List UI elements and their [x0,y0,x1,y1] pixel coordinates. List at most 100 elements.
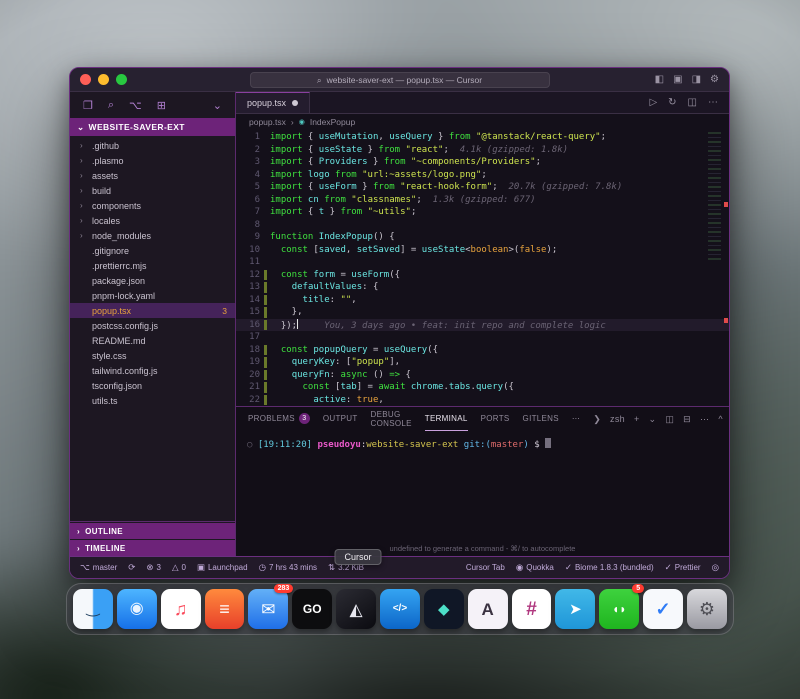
code-token: cn [303,195,325,205]
close-window-button[interactable] [80,74,91,85]
tab-popup-tsx[interactable]: popup.tsx [236,92,310,113]
terminal-token: master [491,440,524,450]
warnings-item[interactable]: △0 [172,562,186,573]
file-tree-item-popup.tsx[interactable]: popup.tsx3 [70,303,235,318]
file-tree-item-utils.ts[interactable]: utils.ts [70,393,235,408]
file-tree-item-postcss.config.js[interactable]: postcss.config.js [70,318,235,333]
file-tree-item-locales[interactable]: ›locales [70,213,235,228]
minimap[interactable] [708,132,721,260]
panel-tab-ports[interactable]: PORTS [481,407,510,431]
outline-section-header[interactable]: › OUTLINE [70,523,235,539]
dock-icon-finder[interactable]: ‿ [73,589,113,629]
refresh-icon[interactable]: ↻ [668,97,676,108]
line-number: 11 [236,256,270,269]
biome-item[interactable]: ✓Biome 1.8.3 (bundled) [565,562,654,573]
file-tree-item-package.json[interactable]: package.json [70,273,235,288]
dock-icon-mail[interactable]: ✉283 [248,589,288,629]
split-editor-icon[interactable]: ◫ [688,97,697,108]
code-token [270,282,292,292]
dock-icon-cursor[interactable]: ◭ [336,589,376,629]
file-tree-item-assets[interactable]: ›assets [70,168,235,183]
dock-icon-app-blue[interactable]: ◉ [117,589,157,629]
code-token: ], [389,357,400,367]
maximize-panel-icon[interactable]: ^ [718,414,723,424]
settings-gear-icon[interactable]: ⚙ [710,74,719,85]
toggle-panel-icon[interactable]: ▣ [673,74,682,85]
breadcrumb-symbol[interactable]: IndexPopup [310,117,355,127]
dock-icon-dev-dark[interactable]: ◆ [424,589,464,629]
timeline-section-header[interactable]: › TIMELINE [70,540,235,556]
file-tree-item-components[interactable]: ›components [70,198,235,213]
explorer-project-header[interactable]: ⌄ WEBSITE-SAVER-EXT [70,118,235,136]
explorer-icon[interactable]: ❐ [83,99,93,112]
dock-icon-go[interactable]: GO [292,589,332,629]
more-actions-icon[interactable]: ⋯ [700,414,709,425]
quokka-item[interactable]: ◉Quokka [516,562,554,573]
file-tree-item-build[interactable]: ›build [70,183,235,198]
kill-terminal-icon[interactable]: ⊟ [683,414,691,425]
breadcrumb-file[interactable]: popup.tsx [249,117,286,127]
dock-icon-vscode[interactable]: </> [380,589,420,629]
file-tree-item-style.css[interactable]: style.css [70,348,235,363]
file-tree-item-tsconfig.json[interactable]: tsconfig.json [70,378,235,393]
notifications-bell-icon[interactable]: ◎ [712,562,719,573]
file-tree-item-README.md[interactable]: README.md [70,333,235,348]
extensions-icon[interactable]: ⊞ [157,99,166,112]
errors-item[interactable]: ⊗3 [146,562,161,573]
file-tree-item-.github[interactable]: ›.github [70,138,235,153]
panel-tab-terminal[interactable]: TERMINAL [425,407,468,431]
minimize-window-button[interactable] [98,74,109,85]
wakatime-item[interactable]: ◷7 hrs 43 mins [259,562,317,573]
file-tree-item-.gitignore[interactable]: .gitignore [70,243,235,258]
dev-dark-glyph: ◆ [438,602,450,617]
search-icon[interactable]: ⌕ [108,99,114,112]
line-number: 22 [236,394,270,407]
dock-icon-slack[interactable]: # [512,589,552,629]
modified-dot-icon[interactable] [292,100,298,106]
dock-icon-reeder[interactable]: ≡ [205,589,245,629]
file-tree-item-tailwind.config.js[interactable]: tailwind.config.js [70,363,235,378]
shell-name[interactable]: zsh [610,414,625,424]
toggle-secondary-sidebar-icon[interactable]: ◨ [692,74,701,85]
music-glyph: ♫ [174,600,188,618]
dock-icon-wechat[interactable]: ◖◗5 [599,589,639,629]
folder-chevron-icon: › [80,141,88,150]
sync-item[interactable]: ⟳ [128,562,135,573]
breadcrumb[interactable]: popup.tsx › ◉ IndexPopup [236,114,729,130]
split-terminal-icon[interactable]: ◫ [665,414,674,425]
dock-icon-settings[interactable]: ⚙ [687,589,727,629]
more-actions-icon[interactable]: ⋯ [708,97,718,108]
panel-tab-debug-console[interactable]: DEBUG CONSOLE [371,407,412,431]
file-name: node_modules [92,231,151,241]
panel-tab-gitlens[interactable]: GITLENS [523,407,559,431]
code-editor[interactable]: 1import { useMutation, useQuery } from "… [236,130,729,406]
git-change-bar [264,282,267,293]
dock-icon-telegram[interactable]: ➤ [555,589,595,629]
window-title: website-saver-ext — popup.tsx — Cursor [327,75,482,85]
source-control-icon[interactable]: ⌥ [129,99,142,112]
file-tree-item-node_modules[interactable]: ›node_modules [70,228,235,243]
dock-icon-app-white[interactable]: A [468,589,508,629]
zoom-window-button[interactable] [116,74,127,85]
panel-tab-⋯[interactable]: ⋯ [572,407,580,431]
code-text: active: true, [270,394,729,407]
run-icon[interactable]: ▷ [649,97,657,108]
prettier-item[interactable]: ✓Prettier [665,562,701,573]
panel-tab-output[interactable]: OUTPUT [323,407,358,431]
file-tree-item-pnpm-lock.yaml[interactable]: pnpm-lock.yaml [70,288,235,303]
toggle-sidebar-icon[interactable]: ◧ [655,74,664,85]
dock-icon-music[interactable]: ♫ [161,589,201,629]
git-branch-item[interactable]: ⌥master [80,562,117,573]
terminal-dropdown-icon[interactable]: ⌄ [649,414,657,425]
launchpad-item[interactable]: ▣Launchpad [197,562,248,573]
chevron-down-icon[interactable]: ⌄ [213,99,222,112]
new-terminal-icon[interactable]: + [634,414,640,424]
file-tree-item-.prettierrc.mjs[interactable]: .prettierrc.mjs [70,258,235,273]
panel-tab-problems[interactable]: PROBLEMS3 [248,407,310,431]
terminal[interactable]: ○ [19:11:20] pseudoyu:website-saver-ext … [236,431,729,556]
command-center[interactable]: ⌕ website-saver-ext — popup.tsx — Cursor [250,72,550,88]
cursor-tab-item[interactable]: Cursor Tab [466,563,505,572]
file-tree-item-.plasmo[interactable]: ›.plasmo [70,153,235,168]
code-token: : [330,295,341,305]
dock-icon-things[interactable]: ✓ [643,589,683,629]
